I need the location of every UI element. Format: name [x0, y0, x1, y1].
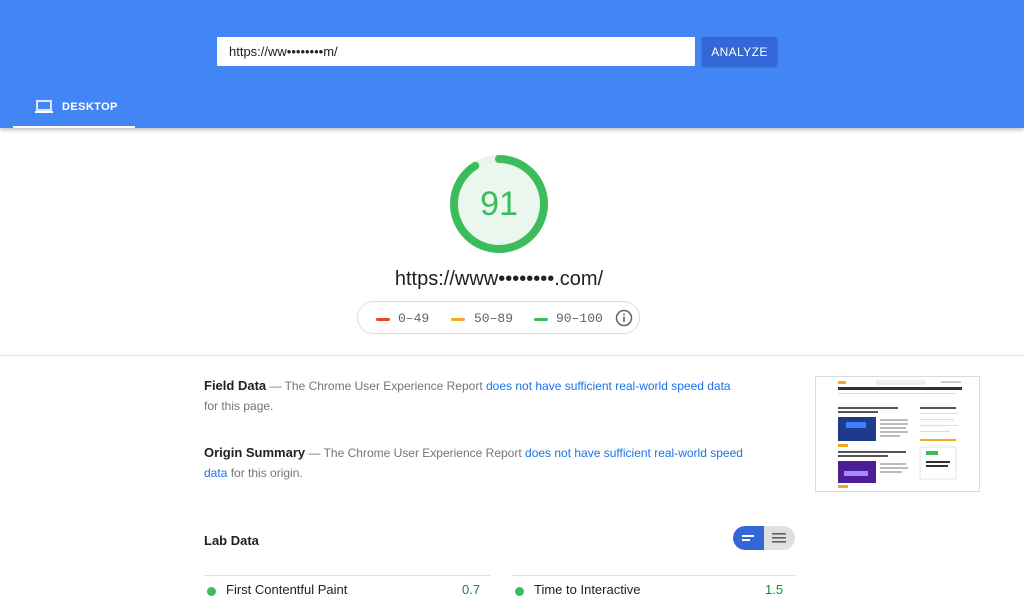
section-divider: [0, 355, 1024, 356]
metric-first-contentful-paint-label: First Contentful Paint: [226, 582, 348, 597]
origin-summary-suffix: for this origin.: [227, 466, 303, 480]
performance-score: 91: [480, 185, 518, 223]
metric-pass-indicator: [515, 587, 524, 596]
tab-label: DESKTOP: [62, 101, 118, 113]
tab-desktop[interactable]: DESKTOP: [13, 88, 135, 128]
field-data-section: Field Data — The Chrome User Experience …: [204, 376, 744, 416]
field-data-text: — The Chrome User Experience Report: [266, 379, 486, 393]
thumbnail-preview: [816, 377, 979, 491]
field-data-suffix: for this page.: [204, 399, 274, 413]
origin-summary-section: Origin Summary — The Chrome User Experie…: [204, 443, 744, 483]
metric-time-to-interactive-label: Time to Interactive: [534, 582, 641, 597]
field-data-link[interactable]: does not have sufficient real-world spee…: [486, 379, 731, 393]
tab-active-indicator: [13, 126, 135, 128]
score-legend: 0–49 50–89 90–100: [357, 301, 640, 334]
list-lines-icon: [772, 533, 786, 543]
lab-data-title: Lab Data: [204, 533, 259, 548]
page-screenshot-thumbnail: [815, 376, 980, 492]
analyze-button[interactable]: ANALYZE: [702, 37, 777, 66]
tested-url: https://www••••••••.com/: [394, 268, 604, 290]
field-data-title: Field Data: [204, 378, 267, 393]
legend-pass-dash: [534, 318, 548, 321]
origin-summary-title: Origin Summary: [204, 445, 306, 460]
legend-average-label: 50–89: [474, 311, 514, 326]
legend-pass-label: 90–100: [556, 311, 603, 326]
toggle-detail-view-button[interactable]: [764, 526, 795, 550]
url-input[interactable]: [217, 37, 695, 66]
metric-time-to-interactive-value: 1.5: [765, 582, 784, 597]
metric-divider-left: [204, 575, 490, 576]
metric-divider-right: [512, 575, 795, 576]
metric-pass-indicator: [207, 587, 216, 596]
legend-average-dash: [451, 318, 465, 321]
short-lines-icon: [742, 535, 754, 541]
toggle-summary-view-button[interactable]: [733, 526, 764, 550]
origin-summary-text: — The Chrome User Experience Report: [305, 446, 526, 460]
info-icon[interactable]: [615, 309, 633, 327]
legend-fail-dash: [376, 318, 390, 321]
metric-first-contentful-paint-value: 0.7: [462, 582, 481, 597]
top-header: ANALYZE DESKTOP: [0, 0, 1024, 128]
laptop-icon: [35, 100, 53, 113]
view-toggle: [733, 526, 795, 550]
legend-fail-label: 0–49: [398, 311, 430, 326]
